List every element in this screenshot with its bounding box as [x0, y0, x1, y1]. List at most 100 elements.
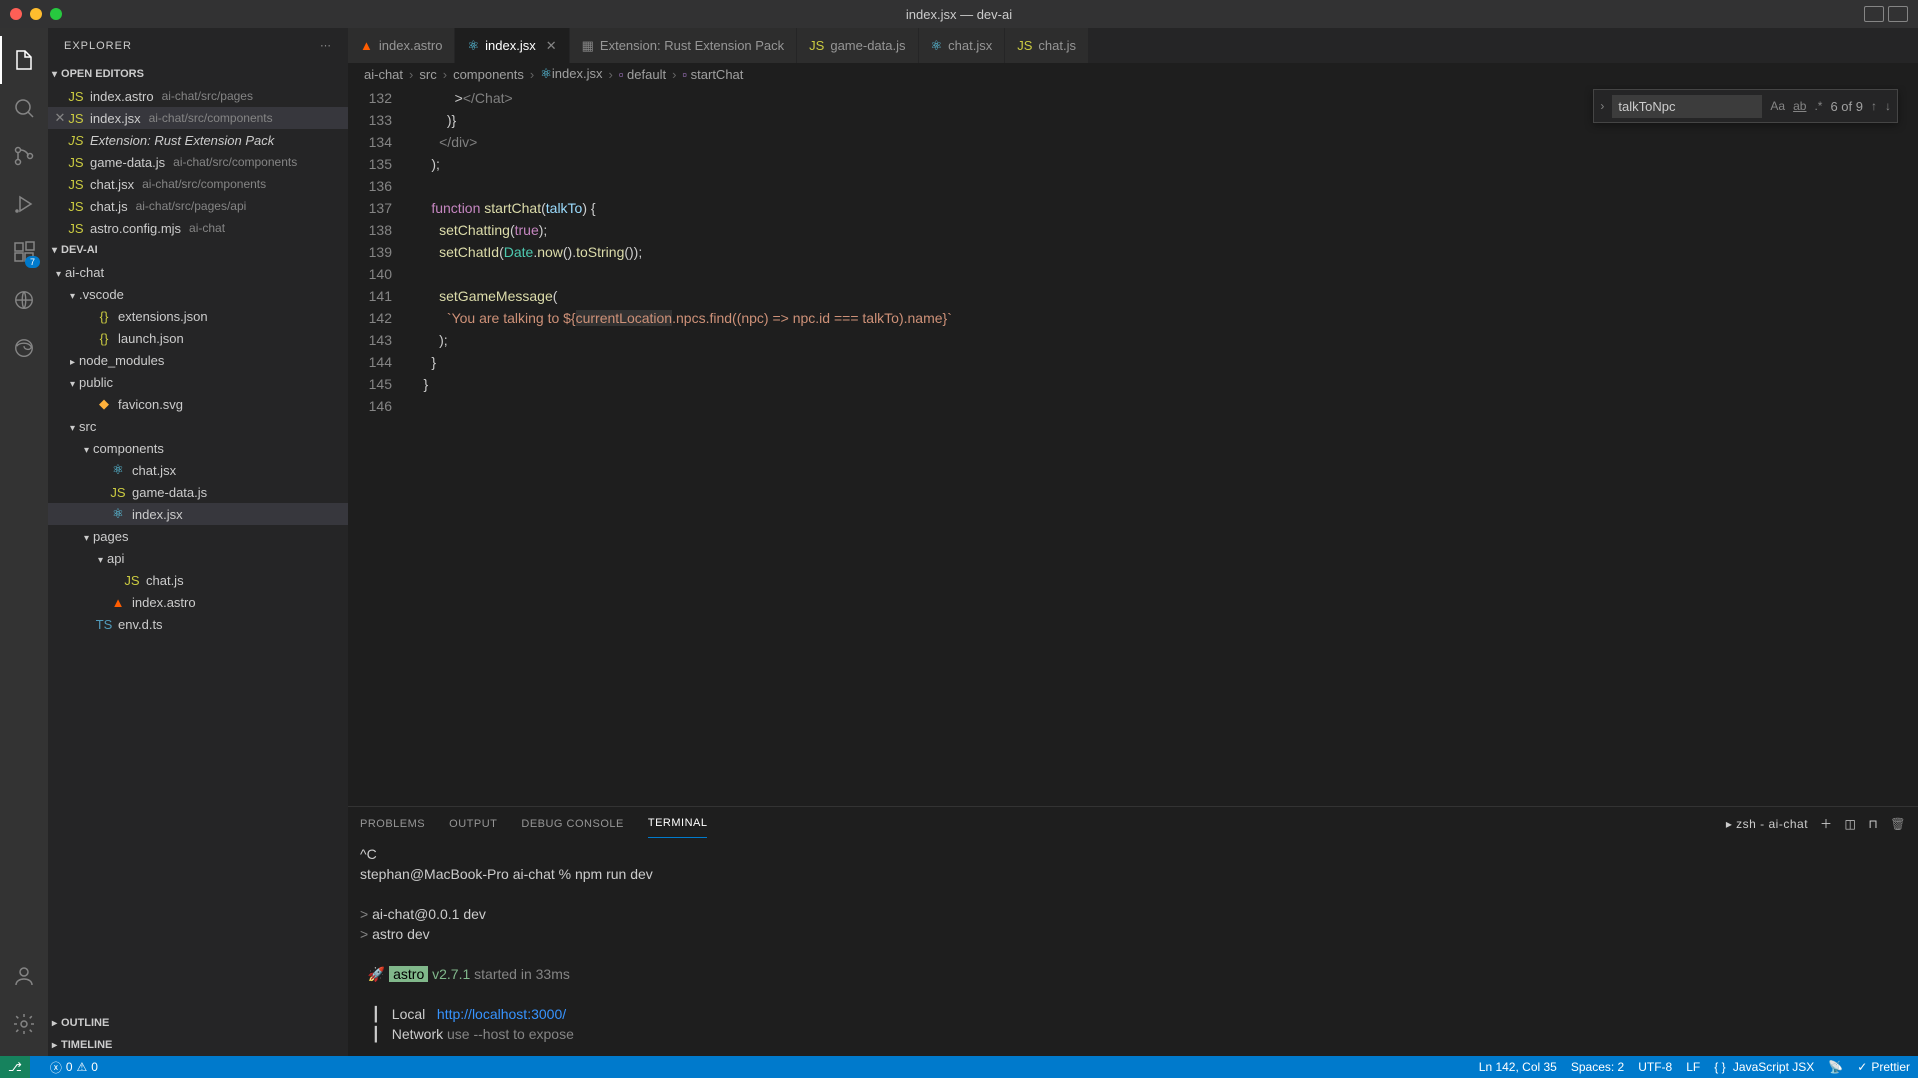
panel-tabs: PROBLEMS OUTPUT DEBUG CONSOLE TERMINAL ▸ zs… [348, 807, 1918, 840]
file-tree-item[interactable]: pages [48, 525, 348, 547]
open-editor-item[interactable]: JSExtension: Rust Extension Pack [48, 129, 348, 151]
window-controls [10, 8, 62, 20]
file-tree-item[interactable]: JSgame-data.js [48, 481, 348, 503]
source-control-icon[interactable] [0, 132, 48, 180]
language-status[interactable]: { } JavaScript JSX [1714, 1060, 1814, 1074]
open-editors-header[interactable]: OPEN EDITORS [48, 63, 348, 85]
file-tree-item[interactable]: node_modules [48, 349, 348, 371]
next-match-icon[interactable]: ↓ [1885, 99, 1891, 113]
title-bar: index.jsx — dev-ai [0, 0, 1918, 28]
open-editor-item[interactable]: JSchat.jsxai-chat/src/components [48, 173, 348, 195]
indent-status[interactable]: Spaces: 2 [1571, 1060, 1624, 1074]
layout-toggle-icon[interactable] [1888, 6, 1908, 22]
find-widget[interactable]: › Aa ab .* 6 of 9 ↑ ↓ [1593, 89, 1898, 123]
search-icon[interactable] [0, 84, 48, 132]
file-tree-item[interactable]: {}launch.json [48, 327, 348, 349]
breadcrumb-item[interactable]: ▫ startChat [682, 67, 743, 82]
file-tree-item[interactable]: ▲index.astro [48, 591, 348, 613]
sidebar-title: EXPLORER [64, 40, 132, 52]
prettier-status[interactable]: ✓ Prettier [1857, 1060, 1910, 1074]
search-input[interactable] [1612, 95, 1762, 118]
breadcrumb-item[interactable]: components [453, 67, 524, 82]
code-content[interactable]: ></Chat> )} </div> ); function startChat… [408, 85, 1918, 806]
panel-tab[interactable]: TERMINAL [648, 809, 708, 838]
whole-word-icon[interactable]: ab [1793, 99, 1806, 113]
panel-tab[interactable]: OUTPUT [449, 810, 497, 838]
account-icon[interactable] [0, 952, 48, 1000]
layout-toggle-icon[interactable] [1864, 6, 1884, 22]
file-tree-item[interactable]: ⚛index.jsx [48, 503, 348, 525]
remote-indicator[interactable]: ⎇ [0, 1056, 30, 1078]
breadcrumb-item[interactable]: src [419, 67, 436, 82]
breadcrumb-item[interactable]: ⚛index.jsx [540, 66, 602, 82]
close-tab-icon[interactable]: ✕ [546, 38, 557, 54]
breadcrumb-item[interactable]: ai-chat [364, 67, 403, 82]
editor-tab[interactable]: ▦Extension: Rust Extension Pack [570, 28, 798, 63]
editor-tab[interactable]: ▲index.astro [348, 28, 455, 63]
open-editor-item[interactable]: JSchat.jsai-chat/src/pages/api [48, 195, 348, 217]
explorer-icon[interactable] [0, 36, 48, 84]
settings-gear-icon[interactable] [0, 1000, 48, 1048]
expand-search-icon[interactable]: › [1600, 99, 1604, 113]
editor-tab[interactable]: ⚛chat.jsx [919, 28, 1006, 63]
file-tree-item[interactable]: {}extensions.json [48, 305, 348, 327]
file-tree-item[interactable]: JSchat.js [48, 569, 348, 591]
new-terminal-icon[interactable]: ＋ [1820, 815, 1833, 832]
regex-icon[interactable]: .* [1814, 99, 1822, 113]
prev-match-icon[interactable]: ↑ [1871, 99, 1877, 113]
bottom-panel: PROBLEMS OUTPUT DEBUG CONSOLE TERMINAL ▸ zs… [348, 806, 1918, 1056]
file-tree-item[interactable]: ◆favicon.svg [48, 393, 348, 415]
file-tree-item[interactable]: api [48, 547, 348, 569]
open-editor-item[interactable]: JSindex.astroai-chat/src/pages [48, 85, 348, 107]
terminal-shell-label[interactable]: ▸ zsh - ai-chat [1726, 817, 1808, 831]
maximize-window-button[interactable] [50, 8, 62, 20]
maximize-panel-icon[interactable]: ⊓ [1868, 817, 1878, 831]
open-editor-item[interactable]: JSgame-data.jsai-chat/src/components [48, 151, 348, 173]
edge-icon[interactable] [0, 324, 48, 372]
file-tree-item[interactable]: src [48, 415, 348, 437]
match-case-icon[interactable]: Aa [1770, 99, 1785, 113]
file-tree-item[interactable]: public [48, 371, 348, 393]
outline-header[interactable]: OUTLINE [48, 1012, 348, 1034]
eol-status[interactable]: LF [1686, 1060, 1700, 1074]
run-debug-icon[interactable] [0, 180, 48, 228]
file-tree-item[interactable]: components [48, 437, 348, 459]
panel-tab[interactable]: DEBUG CONSOLE [521, 810, 623, 838]
problems-status[interactable]: ⓧ0 ⚠0 [50, 1059, 98, 1076]
breadcrumbs[interactable]: ai-chat›src›components›⚛index.jsx›▫ defa… [348, 63, 1918, 85]
project-header[interactable]: DEV-AI [48, 239, 348, 261]
extensions-icon[interactable]: 7 [0, 228, 48, 276]
file-tree-item[interactable]: ⚛chat.jsx [48, 459, 348, 481]
cursor-position[interactable]: Ln 142, Col 35 [1479, 1060, 1557, 1074]
search-count: 6 of 9 [1830, 99, 1863, 114]
close-editor-icon[interactable]: ✕ [52, 110, 68, 126]
close-panel-icon[interactable]: 🗑 [1890, 817, 1906, 831]
file-tree-item[interactable]: TSenv.d.ts [48, 613, 348, 635]
window-title: index.jsx — dev-ai [906, 7, 1012, 22]
editor-tab[interactable]: JSchat.js [1005, 28, 1089, 63]
more-icon[interactable]: ⋯ [320, 39, 332, 52]
terminal-output[interactable]: ^Cstephan@MacBook-Pro ai-chat % npm run … [348, 840, 1918, 1056]
minimize-window-button[interactable] [30, 8, 42, 20]
split-terminal-icon[interactable]: ◫ [1845, 817, 1857, 831]
line-gutter: 1321331341351361371381391401411421431441… [348, 85, 408, 806]
encoding-status[interactable]: UTF-8 [1638, 1060, 1672, 1074]
status-bar: ⎇ ⓧ0 ⚠0 Ln 142, Col 35 Spaces: 2 UTF-8 L… [0, 1056, 1918, 1078]
file-tree-item[interactable]: ai-chat [48, 261, 348, 283]
timeline-header[interactable]: TIMELINE [48, 1034, 348, 1056]
open-editor-item[interactable]: ✕JSindex.jsxai-chat/src/components [48, 107, 348, 129]
remote-icon[interactable] [0, 276, 48, 324]
editor-tab[interactable]: ⚛index.jsx✕ [455, 28, 569, 63]
editor-tab[interactable]: JSgame-data.js [797, 28, 918, 63]
editor-tabs: ▲index.astro⚛index.jsx✕▦Extension: Rust … [348, 28, 1918, 63]
panel-tab[interactable]: PROBLEMS [360, 810, 425, 838]
file-tree-item[interactable]: .vscode [48, 283, 348, 305]
editor-area: ▲index.astro⚛index.jsx✕▦Extension: Rust … [348, 28, 1918, 1056]
explorer-sidebar: EXPLORER ⋯ OPEN EDITORS JSindex.astroai-… [48, 28, 348, 1056]
code-editor[interactable]: 1321331341351361371381391401411421431441… [348, 85, 1918, 806]
breadcrumb-item[interactable]: ▫ default [619, 67, 666, 82]
open-editor-item[interactable]: JSastro.config.mjsai-chat [48, 217, 348, 239]
activity-bar: 7 [0, 28, 48, 1056]
feedback-icon[interactable]: 📡 [1828, 1060, 1843, 1074]
close-window-button[interactable] [10, 8, 22, 20]
